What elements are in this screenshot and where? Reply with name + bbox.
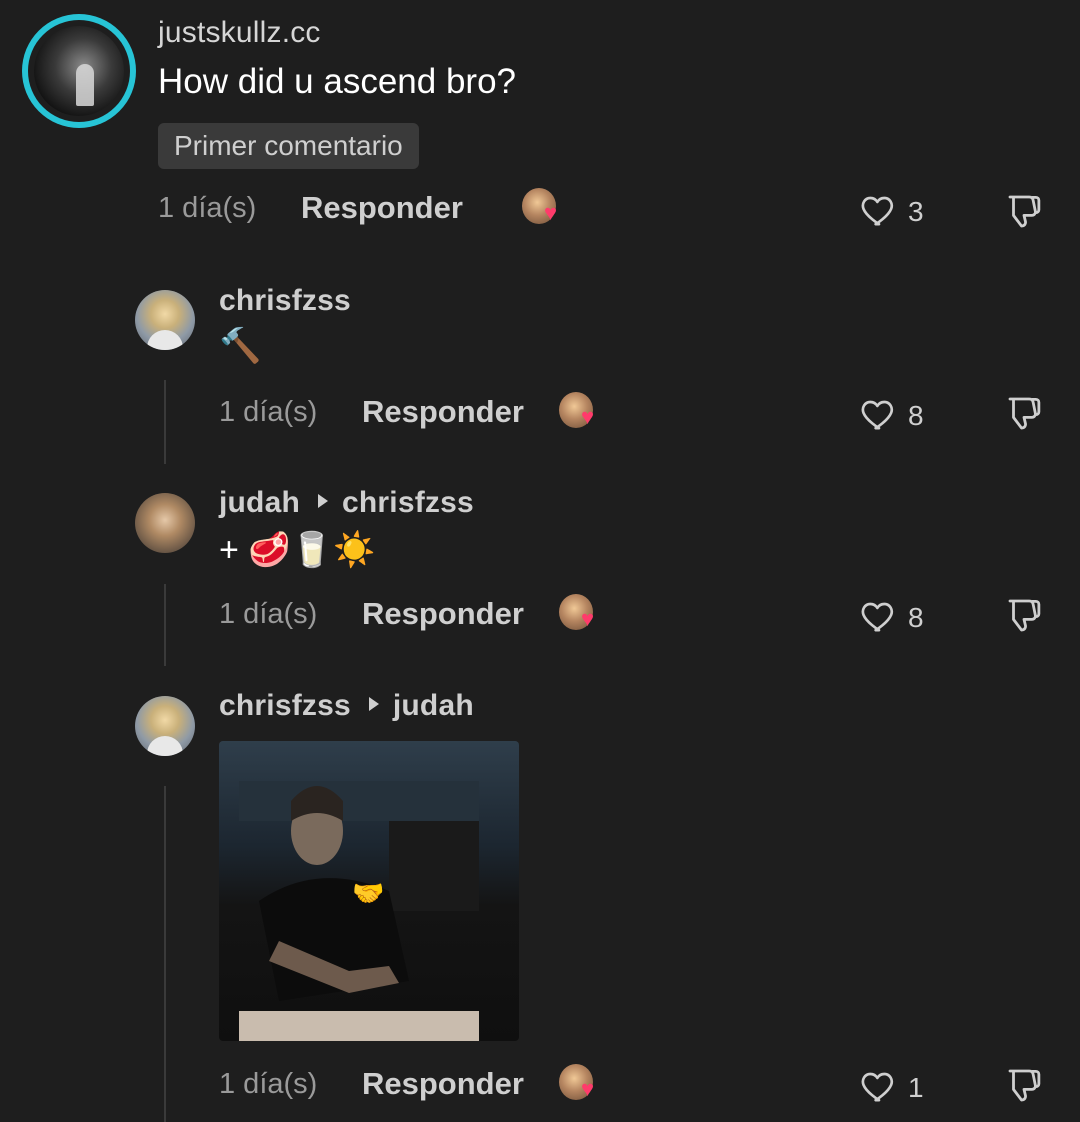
creator-liked-icon: ♥	[520, 188, 566, 228]
like-button[interactable]: 8	[858, 596, 948, 640]
reply-arrow-icon	[318, 494, 328, 508]
reply-arrow-icon	[368, 697, 379, 711]
like-count: 3	[908, 196, 924, 227]
comment-text: How did u ascend bro?	[158, 62, 516, 101]
reply-to-username[interactable]: chrisfzss	[342, 486, 474, 519]
reply-to-username[interactable]: judah	[393, 689, 474, 722]
username-link[interactable]: chrisfzss	[219, 689, 351, 722]
avatar-chrisfzss[interactable]	[135, 696, 195, 756]
thread-line	[164, 584, 166, 666]
like-button[interactable]: 3	[858, 190, 948, 234]
reply-button[interactable]: Responder	[301, 190, 463, 226]
username-link[interactable]: judah	[219, 486, 300, 519]
dislike-button[interactable]	[1002, 190, 1046, 234]
comment-time: 1 día(s)	[219, 1068, 318, 1100]
thread-line	[164, 380, 166, 464]
avatar-justskullz[interactable]	[22, 14, 136, 128]
like-button[interactable]: 8	[858, 394, 948, 438]
thumbs-down-icon	[1008, 1069, 1041, 1102]
first-comment-badge: Primer comentario	[158, 123, 419, 169]
heart-outline-icon	[861, 1072, 894, 1102]
reply-button[interactable]: Responder	[362, 394, 524, 430]
thumbs-down-icon	[1008, 397, 1041, 430]
like-count: 8	[908, 400, 924, 431]
thumbs-down-icon	[1008, 599, 1041, 632]
handshake-emoji: 🤝	[352, 878, 385, 908]
like-button[interactable]: 1	[858, 1066, 948, 1110]
thumbs-down-icon	[1008, 195, 1041, 228]
dislike-button[interactable]	[1002, 594, 1046, 638]
comment-item: justskullz.cc How did u ascend bro? Prim…	[0, 0, 1080, 250]
gif-attachment[interactable]: 🤝	[219, 741, 519, 1041]
reply-button[interactable]: Responder	[362, 1066, 524, 1102]
comment-username[interactable]: justskullz.cc	[158, 16, 321, 50]
comment-text: + 🥩🥛☀️	[219, 531, 376, 569]
comment-username: chrisfzss judah	[219, 689, 474, 723]
comment-username: judah chrisfzss	[219, 486, 474, 520]
comment-text: 🔨	[219, 327, 262, 365]
reply-button[interactable]: Responder	[362, 596, 524, 632]
comment-time: 1 día(s)	[219, 396, 318, 428]
heart-outline-icon	[861, 602, 894, 632]
avatar-chrisfzss[interactable]	[135, 290, 195, 350]
creator-liked-icon: ♥	[557, 594, 603, 634]
comment-time: 1 día(s)	[219, 598, 318, 630]
comment-time: 1 día(s)	[158, 192, 257, 224]
heart-outline-icon	[861, 400, 894, 430]
avatar-judah[interactable]	[135, 493, 195, 553]
heart-outline-icon	[861, 196, 894, 226]
comment-username[interactable]: chrisfzss	[219, 284, 351, 318]
dislike-button[interactable]	[1002, 392, 1046, 436]
creator-liked-icon: ♥	[557, 1064, 603, 1104]
thread-line	[164, 786, 166, 1122]
dislike-button[interactable]	[1002, 1064, 1046, 1108]
creator-liked-icon: ♥	[557, 392, 603, 432]
like-count: 1	[908, 1072, 924, 1103]
like-count: 8	[908, 602, 924, 633]
